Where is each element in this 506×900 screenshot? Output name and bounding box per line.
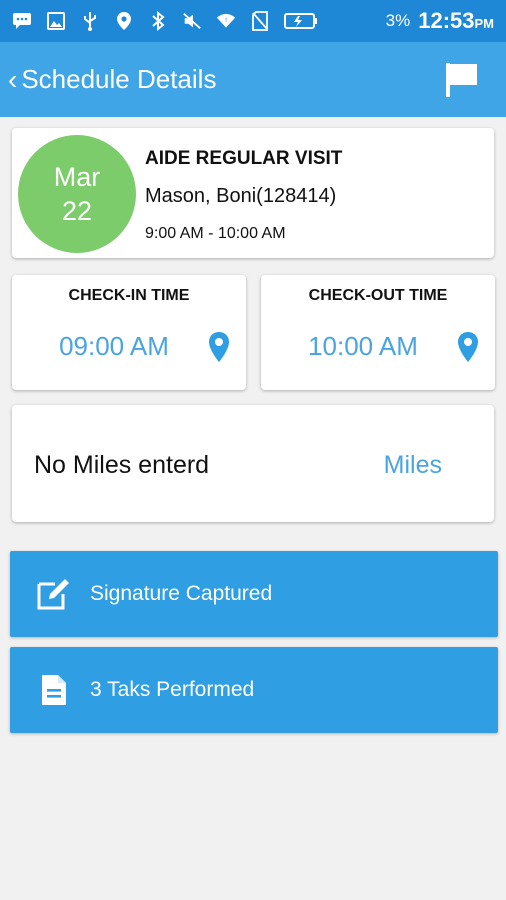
location-pin-icon[interactable] <box>208 331 230 363</box>
no-sim-icon <box>250 11 270 31</box>
tasks-button[interactable]: 3 Taks Performed <box>10 647 498 733</box>
check-in-card[interactable]: CHECK-IN TIME 09:00 AM <box>12 275 246 390</box>
miles-card: No Miles enterd Miles <box>12 405 494 522</box>
usb-icon <box>80 11 100 31</box>
location-pin-icon[interactable] <box>457 331 479 363</box>
check-in-label: CHECK-IN TIME <box>68 287 190 304</box>
location-icon <box>114 11 134 31</box>
status-icons: ! <box>12 11 386 31</box>
messaging-icon <box>12 11 32 31</box>
miles-button[interactable]: Miles <box>384 451 442 480</box>
miles-status: No Miles enterd <box>34 451 210 479</box>
check-out-card[interactable]: CHECK-OUT TIME 10:00 AM <box>261 275 495 390</box>
page-title: Schedule Details <box>21 64 217 94</box>
back-button[interactable]: ‹ <box>8 65 17 94</box>
bluetooth-icon <box>148 11 168 31</box>
svg-text:!: ! <box>225 17 227 24</box>
status-bar: ! 3% 12:53PM <box>0 0 506 42</box>
date-day: 22 <box>61 196 93 226</box>
signature-button[interactable]: Signature Captured <box>10 551 498 637</box>
image-icon <box>46 11 66 31</box>
patient-name: Mason, Boni(128414) <box>145 185 337 207</box>
date-badge: Mar 22 <box>18 135 136 253</box>
app-bar: ‹ Schedule Details <box>0 42 506 117</box>
battery-percent: 3% <box>385 11 411 30</box>
visit-time-range: 9:00 AM - 10:00 AM <box>145 225 286 242</box>
flag-icon[interactable] <box>442 60 482 100</box>
check-in-time: 09:00 AM <box>59 331 169 361</box>
visit-card: Mar 22 AIDE REGULAR VISIT Mason, Boni(12… <box>12 128 494 258</box>
clock-ampm: PM <box>474 16 495 31</box>
vibrate-mute-icon <box>182 11 202 31</box>
wifi-icon: ! <box>216 11 236 31</box>
tasks-label: 3 Taks Performed <box>90 678 255 701</box>
check-out-label: CHECK-OUT TIME <box>308 287 448 304</box>
edit-signature-icon <box>34 574 74 614</box>
clock: 12:53PM <box>418 8 494 34</box>
visit-type: AIDE REGULAR VISIT <box>145 148 343 169</box>
document-icon <box>34 670 74 710</box>
clock-time: 12:53 <box>418 8 475 33</box>
date-month: Mar <box>53 162 101 192</box>
check-out-time: 10:00 AM <box>308 331 418 361</box>
battery-icon <box>284 11 318 31</box>
signature-label: Signature Captured <box>90 582 273 605</box>
